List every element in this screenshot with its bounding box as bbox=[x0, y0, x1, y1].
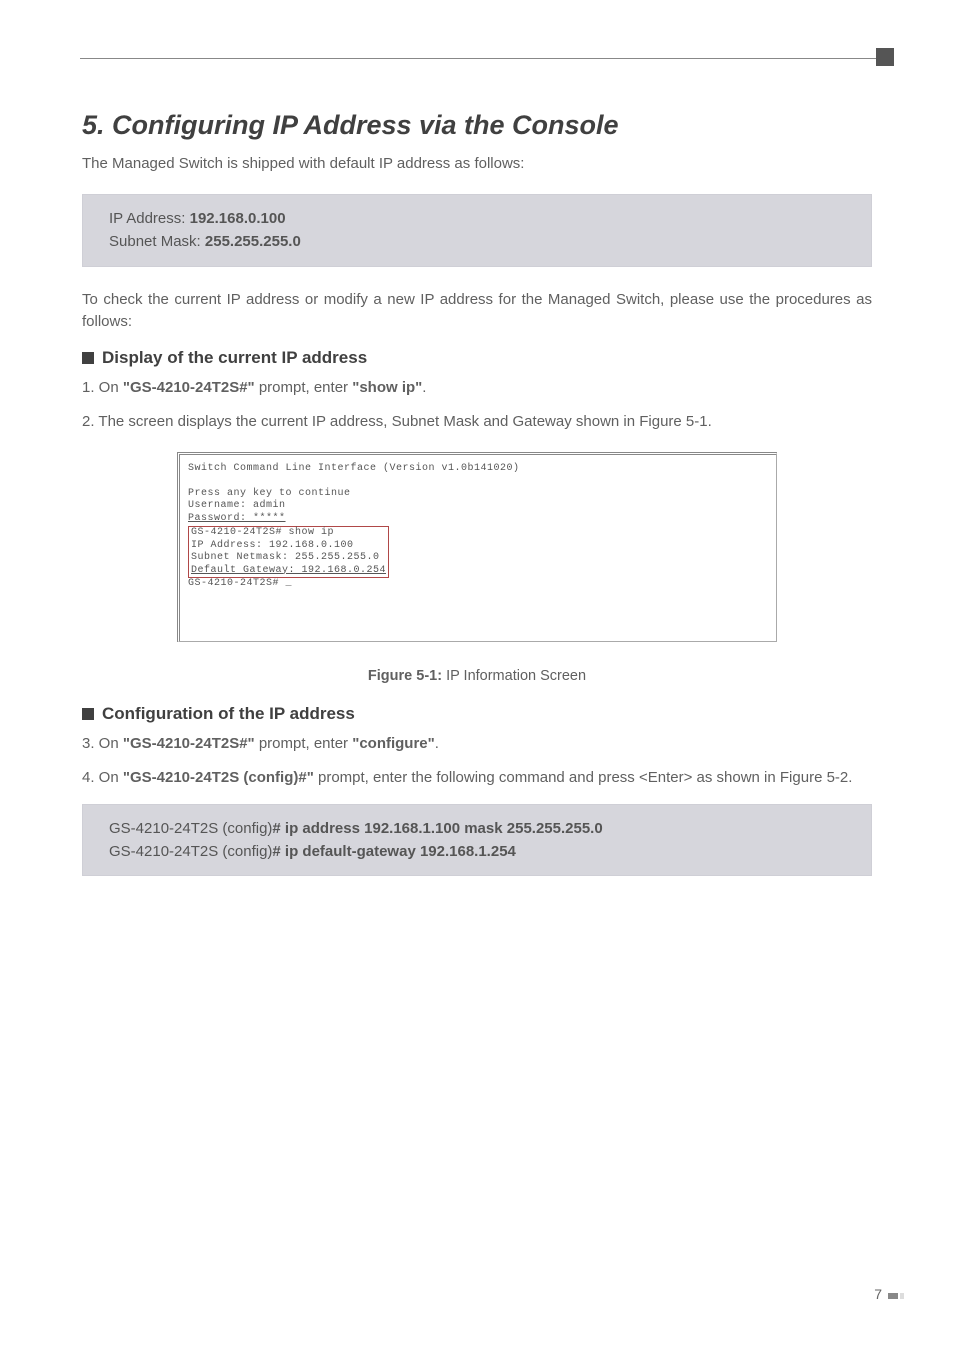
figure-caption: Figure 5-1: IP Information Screen bbox=[82, 668, 872, 684]
display-heading-text: Display of the current IP address bbox=[102, 348, 367, 367]
terminal-figure: Switch Command Line Interface (Version v… bbox=[177, 452, 777, 642]
top-rule bbox=[80, 58, 894, 59]
intro-text: The Managed Switch is shipped with defau… bbox=[82, 155, 872, 172]
term-highlight-box: GS-4210-24T2S# show ip IP Address: 192.1… bbox=[188, 526, 389, 578]
step4-mid: prompt, enter the following command and … bbox=[314, 769, 853, 786]
page-content: 5. Configuring IP Address via the Consol… bbox=[0, 0, 954, 876]
step3-pre: 3. On bbox=[82, 735, 123, 752]
page-tick-icon bbox=[888, 1293, 898, 1299]
step1-pre: 1. On bbox=[82, 379, 123, 396]
term-box-ip: IP Address: 192.168.0.100 bbox=[191, 540, 386, 553]
step-1: 1. On "GS-4210-24T2S#" prompt, enter "sh… bbox=[82, 376, 872, 400]
display-heading: Display of the current IP address bbox=[82, 348, 872, 368]
check-paragraph: To check the current IP address or modif… bbox=[82, 289, 872, 334]
step1-mid: prompt, enter bbox=[255, 379, 353, 396]
step-2: 2. The screen displays the current IP ad… bbox=[82, 410, 872, 434]
term-line-user: Username: admin bbox=[188, 500, 768, 513]
term-box-gateway: Default Gateway: 192.168.0.254 bbox=[191, 565, 386, 578]
mask-label: Subnet Mask: bbox=[109, 233, 205, 250]
config-cmd-line1: GS-4210-24T2S (config)# ip address 192.1… bbox=[109, 817, 845, 840]
step1-post: . bbox=[422, 379, 426, 396]
term-box-showip: GS-4210-24T2S# show ip bbox=[191, 527, 386, 540]
mask-value: 255.255.255.0 bbox=[205, 233, 301, 250]
config-line1-plain: GS-4210-24T2S (config) bbox=[109, 820, 272, 837]
page-title: 5. Configuring IP Address via the Consol… bbox=[82, 110, 872, 141]
top-decor-block bbox=[876, 48, 894, 66]
step1-cmd: "show ip" bbox=[352, 379, 422, 396]
config-commands-box: GS-4210-24T2S (config)# ip address 192.1… bbox=[82, 804, 872, 877]
step3-cmd: "configure" bbox=[352, 735, 435, 752]
bullet-square-icon bbox=[82, 352, 94, 364]
config-line2-bold: # ip default-gateway 192.168.1.254 bbox=[272, 843, 515, 860]
config-heading-text: Configuration of the IP address bbox=[102, 704, 355, 723]
term-line-press: Press any key to continue bbox=[188, 488, 768, 501]
defaults-ip-row: IP Address: 192.168.0.100 bbox=[109, 207, 845, 230]
step3-post: . bbox=[435, 735, 439, 752]
bullet-square-icon bbox=[82, 708, 94, 720]
step3-mid: prompt, enter bbox=[255, 735, 353, 752]
figure-caption-bold: Figure 5-1: bbox=[368, 668, 442, 684]
ip-value: 192.168.0.100 bbox=[190, 210, 286, 227]
step4-pre: 4. On bbox=[82, 769, 123, 786]
step-3: 3. On "GS-4210-24T2S#" prompt, enter "co… bbox=[82, 732, 872, 756]
term-line-prompt: GS-4210-24T2S# _ bbox=[188, 578, 768, 591]
step3-prompt: "GS-4210-24T2S#" bbox=[123, 735, 255, 752]
page-tick-icon-light bbox=[900, 1293, 904, 1299]
defaults-mask-row: Subnet Mask: 255.255.255.0 bbox=[109, 230, 845, 253]
term-line-pass: Password: ***** bbox=[188, 513, 768, 526]
config-line1-bold: # ip address 192.168.1.100 mask 255.255.… bbox=[272, 820, 602, 837]
step-4: 4. On "GS-4210-24T2S (config)#" prompt, … bbox=[82, 766, 872, 790]
config-heading: Configuration of the IP address bbox=[82, 704, 872, 724]
defaults-box: IP Address: 192.168.0.100 Subnet Mask: 2… bbox=[82, 194, 872, 267]
ip-label: IP Address: bbox=[109, 210, 190, 227]
term-box-mask: Subnet Netmask: 255.255.255.0 bbox=[191, 552, 386, 565]
config-line2-plain: GS-4210-24T2S (config) bbox=[109, 843, 272, 860]
terminal-window: Switch Command Line Interface (Version v… bbox=[177, 452, 777, 642]
figure-caption-rest: IP Information Screen bbox=[442, 668, 586, 684]
step1-prompt: "GS-4210-24T2S#" bbox=[123, 379, 255, 396]
term-line-version: Switch Command Line Interface (Version v… bbox=[188, 463, 768, 476]
step4-prompt: "GS-4210-24T2S (config)#" bbox=[123, 769, 314, 786]
page-number: 7 bbox=[874, 1286, 882, 1302]
config-cmd-line2: GS-4210-24T2S (config)# ip default-gatew… bbox=[109, 840, 845, 863]
